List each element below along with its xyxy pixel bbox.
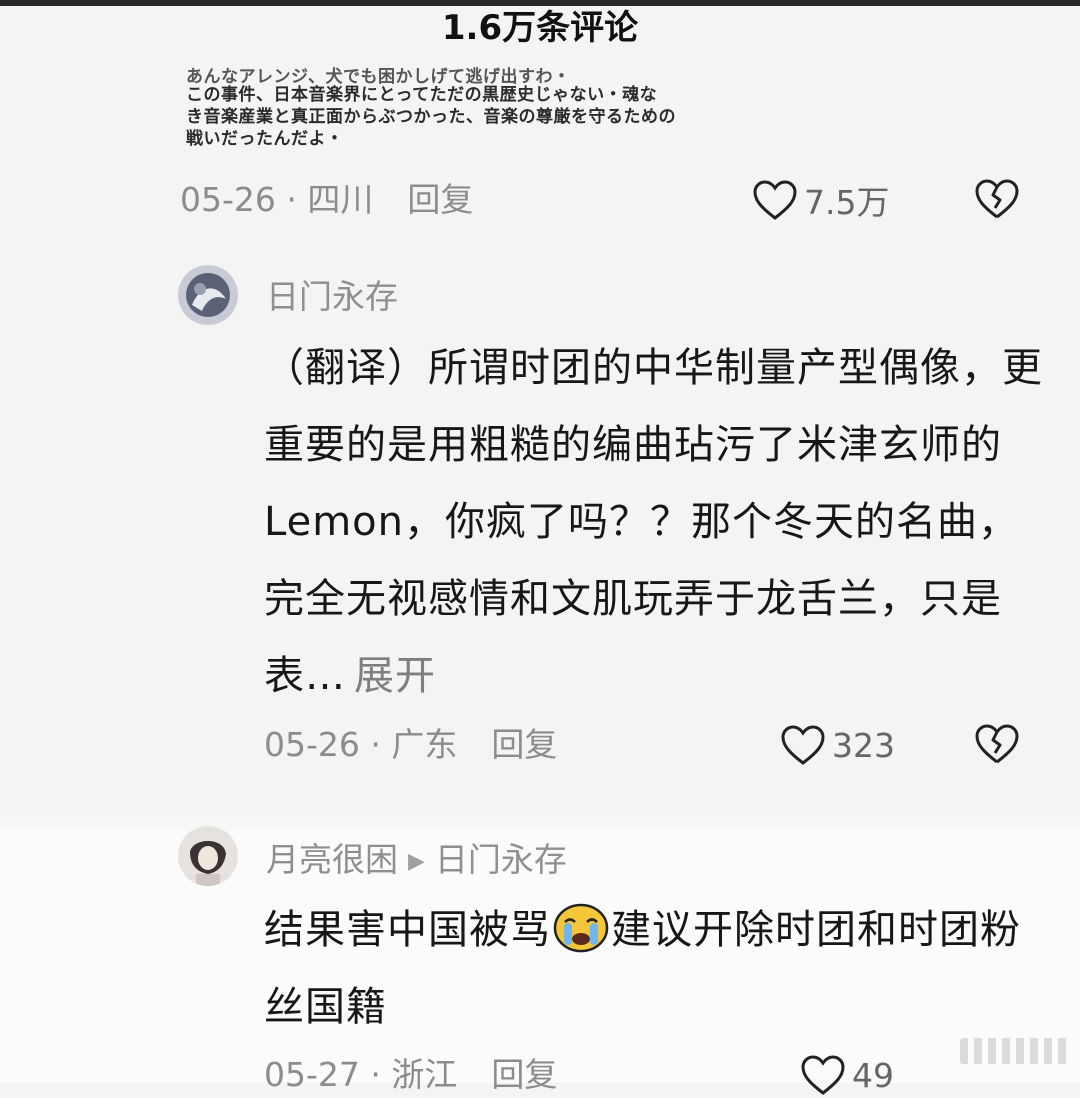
dislike-icon[interactable] xyxy=(974,722,1020,766)
heart-icon xyxy=(781,725,825,765)
japanese-text-block: あんなアレンジ、犬でも困かしげて逃げ出すわ・ この事件、日本音楽界にとってただの… xyxy=(186,66,746,150)
reply-button[interactable]: 回复 xyxy=(407,180,473,219)
dislike-icon[interactable] xyxy=(974,177,1020,221)
like-button[interactable]: 7.5万 xyxy=(752,177,889,223)
jp-line: き音楽産業と真正面からぶつかった、音楽の尊厳を守るための xyxy=(186,107,676,127)
jp-line: この事件、日本音楽界にとってただの黒歴史じゃない・魂な xyxy=(186,85,658,105)
comment-text: （翻译）所谓时团的中华制量产型偶像，更重要的是用粗糙的编曲玷污了米津玄师的Lem… xyxy=(264,330,1054,715)
like-count: 49 xyxy=(852,1055,894,1095)
reply-to-username[interactable]: 日门永存 xyxy=(435,840,567,879)
date-location: 05-27 · 浙江 xyxy=(264,1055,458,1094)
like-count: 323 xyxy=(832,725,895,765)
comment-count-title: 1.6万条评论 xyxy=(441,8,639,48)
jp-line: 戦いだったんだよ・ xyxy=(186,129,344,149)
like-button[interactable]: 323 xyxy=(780,722,895,768)
jp-line: あんなアレンジ、犬でも困かしげて逃げ出すわ・ xyxy=(186,67,571,84)
crying-face-icon xyxy=(553,902,609,953)
reply-button[interactable]: 回复 xyxy=(491,1055,557,1094)
comment-meta: 05-26 · 广东 回复 xyxy=(264,725,557,765)
heart-icon xyxy=(801,1055,845,1095)
expand-button[interactable]: 展开 xyxy=(354,653,436,699)
date-location: 05-26 · 广东 xyxy=(264,725,458,764)
reply-arrow-icon: ▶ xyxy=(408,848,425,874)
comment-meta: 05-26 · 四川 回复 xyxy=(180,180,473,220)
comment-body: （翻译）所谓时团的中华制量产型偶像，更重要的是用粗糙的编曲玷污了米津玄师的Lem… xyxy=(264,345,1043,699)
comment-body: 结果害中国被骂 xyxy=(264,907,551,953)
avatar[interactable] xyxy=(178,826,238,886)
comment-meta: 05-27 · 浙江 回复 xyxy=(264,1055,557,1095)
avatar[interactable] xyxy=(178,265,238,325)
like-count: 7.5万 xyxy=(804,183,890,222)
heart-icon xyxy=(753,180,797,220)
comment-text: 结果害中国被骂 建议开除时团和时团粉丝国籍 xyxy=(264,892,1024,1046)
reply-button[interactable]: 回复 xyxy=(491,725,557,764)
like-button[interactable]: 49 xyxy=(800,1052,894,1098)
username[interactable]: 月亮很困 xyxy=(266,840,398,879)
date-location: 05-26 · 四川 xyxy=(180,180,374,219)
reply-header: 月亮很困 ▶ 日门永存 xyxy=(266,840,567,882)
username[interactable]: 日门永存 xyxy=(266,277,398,317)
watermark xyxy=(960,1038,1070,1064)
